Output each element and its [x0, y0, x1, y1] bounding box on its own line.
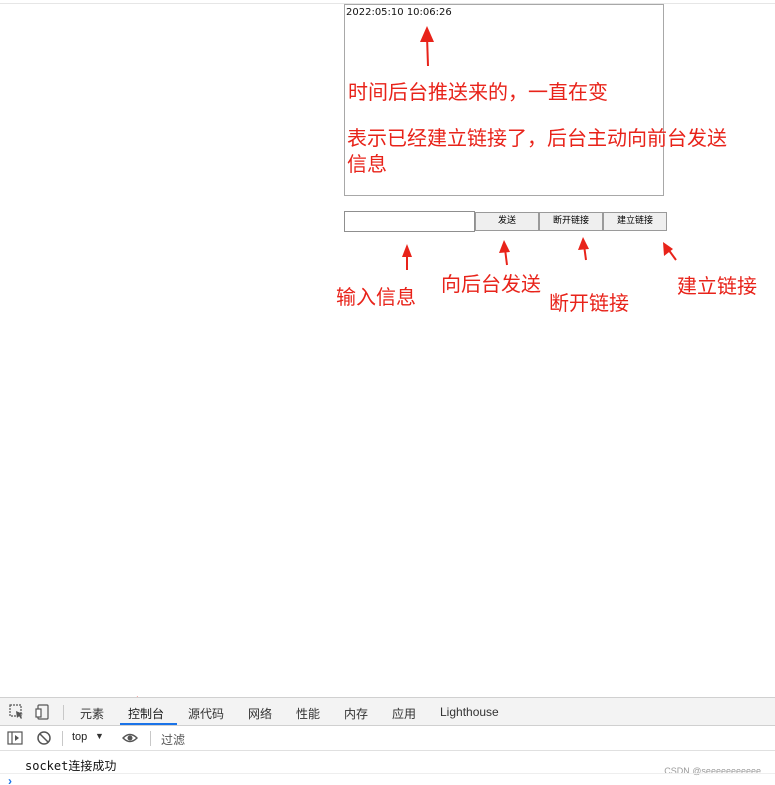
filter-input[interactable]: 过滤 [161, 731, 185, 748]
tab-sources[interactable]: 源代码 [188, 705, 224, 722]
tab-application[interactable]: 应用 [392, 705, 416, 722]
clear-console-icon[interactable] [36, 730, 52, 746]
devtools-panel: 元素 控制台 源代码 网络 性能 内存 应用 Lighthouse top ▼ [0, 697, 775, 785]
active-tab-indicator [120, 723, 177, 725]
chevron-down-icon[interactable]: ▼ [95, 731, 104, 741]
tab-separator [63, 705, 64, 720]
watermark: CSDN @seeeeeeeeeee [664, 766, 761, 776]
tab-elements[interactable]: 元素 [80, 705, 104, 722]
inspect-element-icon[interactable] [9, 704, 25, 720]
eye-icon[interactable] [122, 730, 138, 746]
devtools-tabbar: 元素 控制台 源代码 网络 性能 内存 应用 Lighthouse [0, 698, 775, 726]
annotation-arrows [104, 26, 677, 745]
toolbar-separator [62, 731, 63, 746]
toolbar-separator [150, 731, 151, 746]
console-log-entry: socket连接成功 [25, 759, 117, 773]
console-divider [0, 773, 775, 774]
console-toolbar: top ▼ 过滤 [0, 726, 775, 751]
tab-console[interactable]: 控制台 [128, 705, 164, 722]
sidebar-toggle-icon[interactable] [7, 730, 23, 746]
context-selector[interactable]: top [72, 731, 87, 743]
device-toolbar-icon[interactable] [35, 704, 51, 720]
tab-performance[interactable]: 性能 [296, 705, 320, 722]
console-prompt[interactable]: › [8, 774, 12, 785]
page: 2022:05:10 10:06:26 发送 断开链接 建立链接 时间后台推送来… [0, 0, 775, 785]
tab-lighthouse[interactable]: Lighthouse [440, 705, 499, 719]
tab-memory[interactable]: 内存 [344, 705, 368, 722]
tab-network[interactable]: 网络 [248, 705, 272, 722]
